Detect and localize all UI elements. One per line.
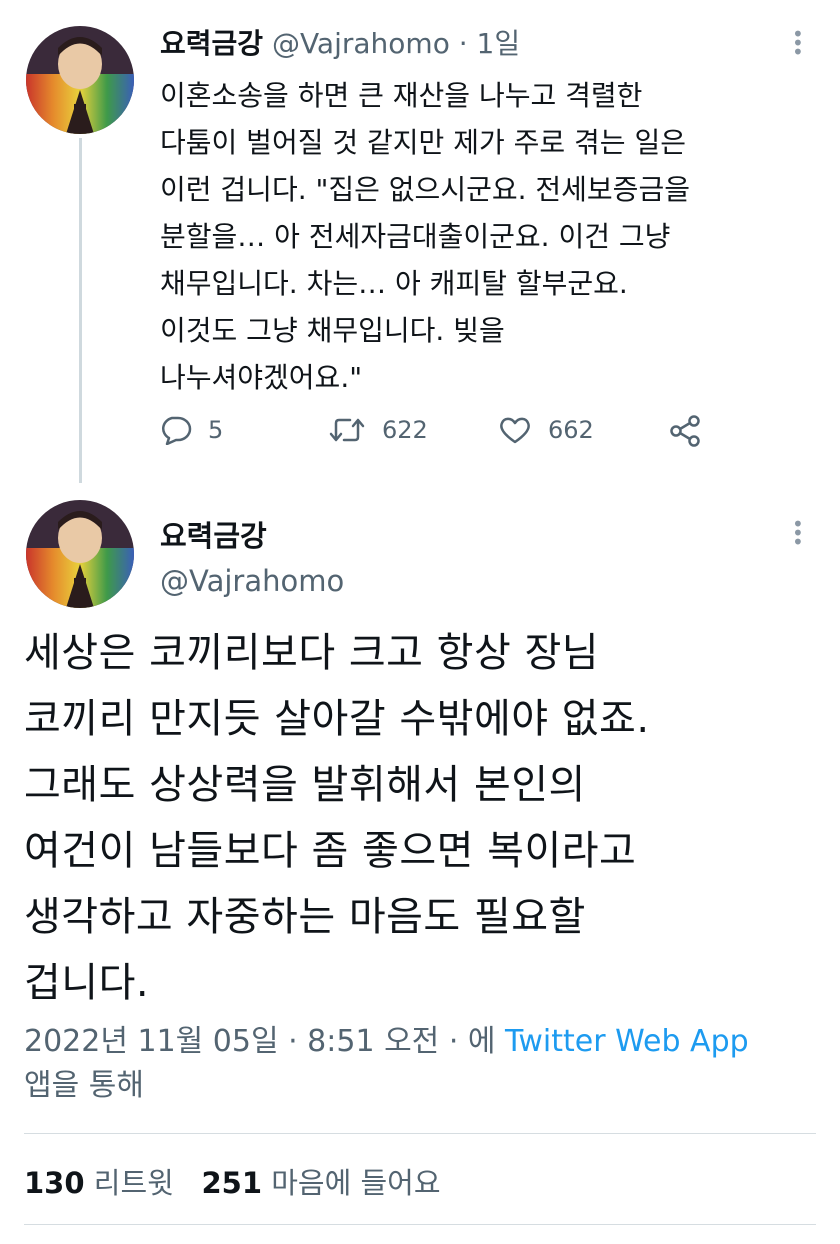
tweet-metadata: 2022년 11월 05일 · 8:51 오전 · 에 Twitter Web …	[24, 1020, 824, 1108]
display-name[interactable]: 요력금강	[160, 27, 263, 60]
tweet-text: 세상은 코끼리보다 크고 항상 장님 코끼리 만지듯 살아갈 수밖에야 없죠. …	[24, 630, 650, 1006]
divider	[24, 1224, 816, 1225]
tweet-actions: 5 622 662	[158, 415, 718, 455]
engagement-stats: 130 리트윗 251 마음에 들어요	[24, 1160, 441, 1202]
source-app-link[interactable]: Twitter Web App	[505, 1024, 749, 1059]
reply-icon	[162, 416, 192, 445]
separator: ·	[458, 27, 468, 60]
thread-connector	[79, 138, 82, 483]
tweet-header: 요력금강 @Vajrahomo · 1일	[160, 22, 520, 62]
retweets-stat[interactable]: 130 리트윗	[24, 1166, 174, 1200]
retweet-icon	[329, 418, 365, 442]
likes-stat[interactable]: 251 마음에 들어요	[201, 1166, 440, 1200]
like-count: 662	[548, 416, 594, 444]
retweet-label: 리트윗	[93, 1166, 174, 1200]
like-button[interactable]: 662	[498, 415, 594, 445]
share-button[interactable]	[668, 415, 718, 447]
retweet-count: 622	[382, 416, 428, 444]
user-handle[interactable]: @Vajrahomo	[160, 564, 344, 598]
like-icon	[500, 417, 530, 444]
share-icon	[670, 415, 700, 447]
more-options-icon[interactable]: • • •	[792, 514, 804, 552]
like-label: 마음에 들어요	[271, 1166, 441, 1200]
retweet-total: 130	[24, 1166, 85, 1200]
tweet-timestamp[interactable]: 1일	[477, 27, 521, 60]
tweet-datetime[interactable]: 2022년 11월 05일 · 8:51 오전 · 에	[24, 1024, 505, 1059]
tweet-text: 이혼소송을 하면 큰 재산을 나누고 격렬한 다툼이 벌어질 것 같지만 제가 …	[160, 79, 690, 394]
divider	[24, 1133, 816, 1134]
reply-count: 5	[208, 416, 224, 444]
display-name[interactable]: 요력금강	[160, 513, 267, 555]
user-handle[interactable]: @Vajrahomo	[272, 27, 450, 60]
reply-button[interactable]: 5	[158, 415, 223, 445]
source-suffix: 앱을 통해	[24, 1068, 144, 1103]
more-options-icon[interactable]: • • •	[792, 24, 804, 62]
avatar[interactable]	[26, 26, 134, 134]
avatar[interactable]	[26, 500, 134, 608]
like-total: 251	[201, 1166, 263, 1200]
retweet-button[interactable]: 622	[328, 415, 428, 445]
